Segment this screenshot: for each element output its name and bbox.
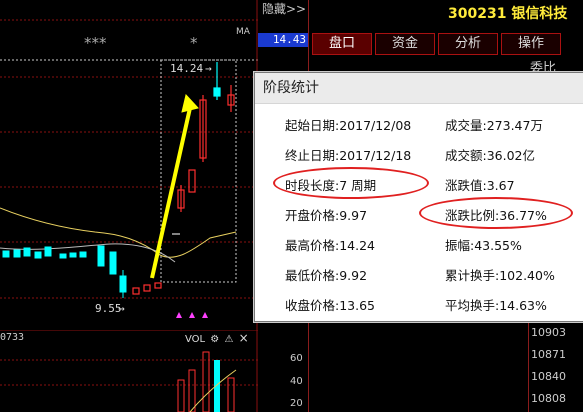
avg-turnover: 平均换手:14.63%: [445, 298, 547, 313]
candlestick-chart[interactable]: 14.24 → 9.55 → MA *** *: [0, 0, 258, 330]
tab-caozuo[interactable]: 操作: [501, 33, 561, 55]
close-icon[interactable]: ×: [239, 331, 249, 345]
right-number: 10840: [531, 370, 566, 383]
start-date: 起始日期:2017/12/08: [285, 118, 412, 133]
gear-icon[interactable]: ⚙: [210, 334, 219, 345]
amount: 成交额:36.02亿: [445, 148, 535, 163]
stage-stats-popup[interactable]: 阶段统计 起始日期:2017/12/08 成交量:273.47万 终止日期:20…: [254, 72, 583, 322]
amplitude: 振幅:43.55%: [445, 238, 522, 253]
vol-tick-1: 60: [290, 353, 303, 364]
stock-title: 300231 银信科技: [448, 6, 568, 22]
hide-button[interactable]: 隐藏>>: [262, 0, 308, 18]
warning-icon[interactable]: ⚠: [224, 334, 233, 345]
tab-fenxi[interactable]: 分析: [438, 33, 498, 55]
stars-right: *: [190, 34, 198, 52]
vol-tick-3: 20: [290, 398, 303, 409]
svg-text:→: →: [118, 302, 125, 315]
end-date: 终止日期:2017/12/18: [285, 148, 412, 163]
ma-line: [0, 207, 237, 258]
right-tabs: 盘口 资金 分析 操作: [312, 33, 561, 55]
svg-text:→: →: [205, 62, 212, 75]
left-code: 0733: [0, 332, 25, 343]
high-price: 最高价格:14.24: [285, 238, 375, 253]
stars-left: ***: [84, 34, 107, 52]
low-price: 最低价格:9.92: [285, 268, 368, 283]
vol-tick-2: 40: [290, 376, 303, 387]
right-number: 10808: [531, 392, 566, 405]
change-value: 涨跌值:3.67: [445, 178, 515, 193]
divider: [528, 320, 529, 412]
high-price-label: 14.24: [170, 62, 203, 75]
highlight-oval-change-pct: [419, 197, 573, 229]
tab-pankou[interactable]: 盘口: [312, 33, 372, 55]
right-number: 10871: [531, 348, 566, 361]
down-candles: [2, 245, 127, 298]
cum-turnover: 累计换手:102.40%: [445, 268, 555, 283]
highlight-oval-period: [273, 167, 429, 199]
signal-markers: [176, 312, 208, 318]
up-candles: [132, 62, 235, 295]
tab-zijin[interactable]: 资金: [375, 33, 435, 55]
volume: 成交量:273.47万: [445, 118, 543, 133]
right-number: 10903: [531, 326, 566, 339]
price-tag: 14.43: [258, 33, 308, 47]
vol-title: VOL ⚙ ⚠ ×: [185, 331, 249, 345]
ma-label: MA: [236, 27, 251, 37]
close-price: 收盘价格:13.65: [285, 298, 375, 313]
popup-title: 阶段统计: [255, 73, 583, 104]
open-price: 开盘价格:9.97: [285, 208, 368, 223]
